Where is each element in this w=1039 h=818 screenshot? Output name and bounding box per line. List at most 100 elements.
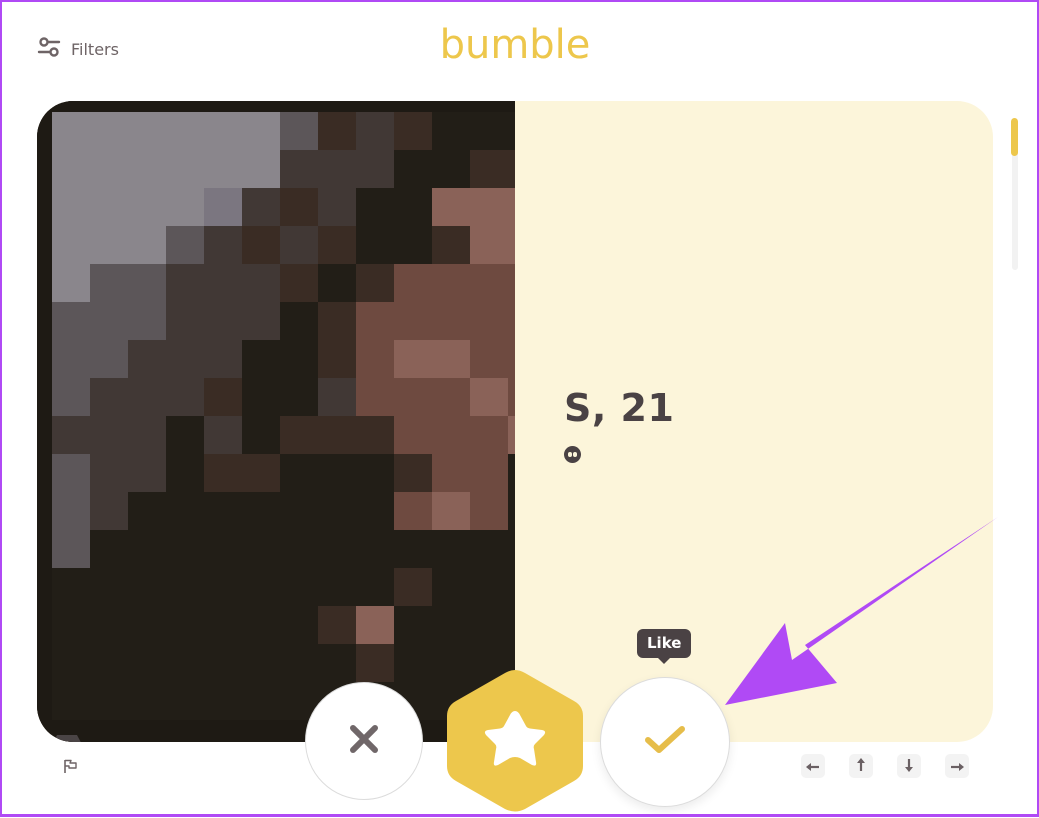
key-left-button[interactable]	[801, 754, 825, 778]
photo-pixel-block	[470, 454, 508, 492]
photo-pixel-block	[52, 150, 90, 188]
photo-pixel-block	[318, 378, 356, 416]
photo-pixel-block	[128, 606, 166, 644]
photo-pixel-block	[52, 530, 90, 568]
photo-pixel-block	[52, 378, 90, 416]
photo-pixel-block	[432, 264, 470, 302]
photo-pixel-block	[52, 454, 90, 492]
photo-pixel-block	[318, 112, 356, 150]
photo-pixel-block	[280, 530, 318, 568]
photo-pixel-block	[52, 606, 90, 644]
photo-pixel-block	[90, 112, 128, 150]
profile-photo[interactable]	[37, 101, 515, 742]
report-button[interactable]	[62, 758, 78, 778]
photo-pixel-block	[356, 264, 394, 302]
photo-pixel-block	[470, 568, 508, 606]
photo-pixel-block	[318, 644, 356, 682]
photo-pixel-block	[318, 340, 356, 378]
photo-pixel-block	[394, 112, 432, 150]
photo-pixel-block	[52, 188, 90, 226]
photo-pixel-block	[394, 492, 432, 530]
scrollbar-thumb[interactable]	[1011, 118, 1018, 156]
photo-pixel-block	[204, 226, 242, 264]
photo-pixel-block	[90, 188, 128, 226]
photo-pixel-block	[470, 226, 508, 264]
photo-pixel-block	[318, 606, 356, 644]
photo-pixel-block	[432, 150, 470, 188]
photo-pixel-block	[166, 150, 204, 188]
photo-pixel-block	[394, 454, 432, 492]
photo-pixel-block	[470, 378, 508, 416]
photo-pixel-block	[90, 378, 128, 416]
close-icon	[348, 723, 380, 759]
photo-pixel-block	[128, 682, 166, 720]
photo-pixel-block	[394, 644, 432, 682]
photo-pixel-block	[242, 682, 280, 720]
photo-pixel-block	[318, 530, 356, 568]
photo-pixel-block	[242, 530, 280, 568]
photo-pixel-block	[280, 188, 318, 226]
photo-pixel-block	[128, 454, 166, 492]
photo-pixel-block	[318, 302, 356, 340]
like-tooltip: Like	[637, 629, 692, 664]
photo-pixel-block	[470, 530, 508, 568]
photo-pixel-block	[128, 416, 166, 454]
pass-button[interactable]	[305, 682, 423, 800]
photo-pixel-block	[166, 264, 204, 302]
photo-pixel-block	[166, 454, 204, 492]
key-down-button[interactable]	[897, 754, 921, 778]
like-button[interactable]	[600, 677, 730, 807]
key-up-button[interactable]	[849, 754, 873, 778]
photo-pixel-block	[356, 644, 394, 682]
photo-pixel-block	[394, 606, 432, 644]
photo-pixel-block	[90, 340, 128, 378]
photo-pixel-block	[508, 340, 515, 378]
photo-pixel-block	[318, 416, 356, 454]
photo-pixel-block	[242, 302, 280, 340]
photo-pixel-block	[508, 416, 515, 454]
photo-pixel-block	[166, 492, 204, 530]
photo-pixel-block	[128, 378, 166, 416]
photo-pixel-block	[470, 150, 508, 188]
photo-pixel-block	[508, 378, 515, 416]
photo-pixel-block	[318, 150, 356, 188]
photo-pixel-block	[394, 378, 432, 416]
photo-pixel-block	[508, 264, 515, 302]
arrow-right-icon	[950, 757, 964, 776]
photo-pixel-block	[432, 606, 470, 644]
photo-pixel-block	[52, 492, 90, 530]
photo-pixel-block	[128, 302, 166, 340]
photo-pixel-block	[166, 568, 204, 606]
photo-pixel-block	[242, 226, 280, 264]
photo-pixel-block	[508, 568, 515, 606]
photo-pixel-block	[166, 682, 204, 720]
photo-pixel-block	[242, 492, 280, 530]
photo-pixel-block	[166, 416, 204, 454]
photo-pixel-block	[52, 340, 90, 378]
pixelated-photo	[37, 101, 515, 742]
photo-pixel-block	[166, 644, 204, 682]
photo-pixel-block	[318, 454, 356, 492]
profile-info: S, 21	[564, 386, 674, 463]
profile-card[interactable]: S, 21	[37, 101, 993, 742]
photo-pixel-block	[394, 226, 432, 264]
photo-pixel-block	[470, 492, 508, 530]
photo-pixel-block	[128, 112, 166, 150]
photo-pixel-block	[90, 416, 128, 454]
photo-pixel-block	[242, 378, 280, 416]
photo-pixel-block	[90, 226, 128, 264]
photo-pixel-block	[394, 340, 432, 378]
photo-pixel-block	[432, 568, 470, 606]
photo-pixel-block	[242, 340, 280, 378]
superswipe-button[interactable]	[446, 668, 584, 814]
key-right-button[interactable]	[945, 754, 969, 778]
photo-pixel-block	[242, 416, 280, 454]
photo-pixel-block	[204, 340, 242, 378]
photo-pixel-block	[508, 188, 515, 226]
photo-pixel-block	[356, 416, 394, 454]
photo-pixel-block	[166, 340, 204, 378]
photo-pixel-block	[52, 302, 90, 340]
photo-pixel-block	[280, 644, 318, 682]
arrow-up-icon	[856, 757, 866, 776]
photo-pixel-block	[166, 188, 204, 226]
